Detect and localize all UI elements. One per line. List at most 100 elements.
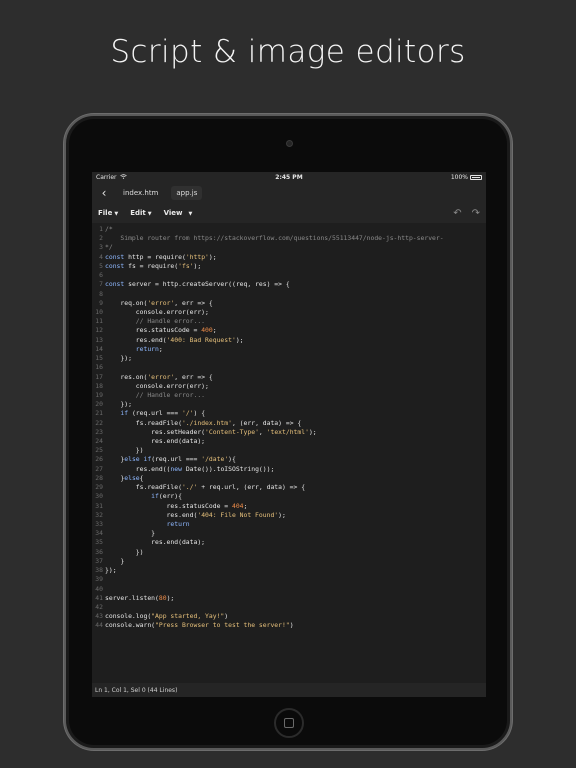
- code-line[interactable]: 27 res.end((new Date()).toISOString());: [92, 465, 486, 474]
- line-number: 7: [99, 280, 103, 289]
- code-line[interactable]: 34 }: [92, 529, 486, 538]
- code-line[interactable]: 12 res.statusCode = 400;: [92, 326, 486, 335]
- code-line[interactable]: 20 });: [92, 400, 486, 409]
- code-line[interactable]: 16: [92, 363, 486, 372]
- code-line[interactable]: 5 const fs = require('fs');: [92, 262, 486, 271]
- line-number: 1: [99, 225, 103, 233]
- line-number: 21: [95, 409, 103, 418]
- code-line[interactable]: 36 }): [92, 548, 486, 557]
- undo-icon[interactable]: ↶: [453, 208, 461, 219]
- code-line[interactable]: 11 // Handle error...: [92, 317, 486, 326]
- code-line[interactable]: 4 const http = require('http');: [92, 253, 486, 262]
- code-line[interactable]: 24 res.end(data);: [92, 437, 486, 446]
- code-line[interactable]: 38});: [92, 566, 486, 575]
- line-number: 37: [95, 556, 103, 565]
- code-text: res.end('400: Bad Request');: [105, 335, 244, 344]
- code-line[interactable]: 6: [92, 271, 486, 280]
- line-number: 5: [99, 261, 103, 270]
- code-text: }else if(req.url === '/date'){: [105, 455, 236, 464]
- code-line[interactable]: 18 console.error(err);: [92, 382, 486, 391]
- code-line[interactable]: 7 const server = http.createServer((req, …: [92, 280, 486, 289]
- line-number: 12: [95, 326, 103, 335]
- code-line[interactable]: 10 console.error(err);: [92, 308, 486, 317]
- code-text: return;: [135, 344, 163, 353]
- line-number: 39: [95, 575, 103, 584]
- line-number: 43: [95, 612, 103, 621]
- code-line[interactable]: 39: [92, 575, 486, 584]
- code-line[interactable]: 15 });: [92, 354, 486, 363]
- code-line[interactable]: 17 res.on('error', err => {: [92, 373, 486, 382]
- code-line[interactable]: 29 fs.readFile('./' + req.url, (err, dat…: [92, 483, 486, 492]
- code-text: req.on('error', err => {: [105, 298, 213, 307]
- line-number: 13: [95, 335, 103, 344]
- code-text: */: [105, 243, 113, 252]
- code-text: console.warn("Press Browser to test the …: [105, 621, 294, 630]
- tab-app-js[interactable]: app.js: [171, 185, 203, 200]
- code-line[interactable]: 22 fs.readFile('./index.htm', (err, data…: [92, 419, 486, 428]
- line-number: 42: [95, 602, 103, 611]
- code-line[interactable]: 25 }): [92, 446, 486, 455]
- code-line[interactable]: 32 res.end('404: File Not Found');: [92, 511, 486, 520]
- code-line[interactable]: 19 // Handle error...: [92, 391, 486, 400]
- line-number: 30: [95, 492, 103, 501]
- line-number: 8: [99, 289, 103, 298]
- line-number: 9: [99, 298, 103, 307]
- code-line[interactable]: 9 req.on('error', err => {: [92, 299, 486, 308]
- chevron-left-icon[interactable]: ‹: [98, 186, 110, 200]
- code-text: }): [105, 446, 144, 455]
- code-line[interactable]: 14 return;: [92, 345, 486, 354]
- redo-icon[interactable]: ↷: [472, 208, 480, 219]
- code-line[interactable]: 2 Simple router from https://stackoverfl…: [92, 234, 486, 243]
- code-line[interactable]: 3 */: [92, 243, 486, 252]
- line-number: 25: [95, 446, 103, 455]
- file-menu[interactable]: File ▼: [98, 209, 118, 217]
- code-line[interactable]: 44 console.warn("Press Browser to test th…: [92, 621, 486, 630]
- home-button[interactable]: [274, 708, 304, 738]
- code-text: const server = http.createServer((req, r…: [105, 280, 290, 289]
- code-line[interactable]: 43 console.log("App started, Yay!"): [92, 612, 486, 621]
- code-line[interactable]: 26 }else if(req.url === '/date'){: [92, 455, 486, 464]
- line-number: 18: [95, 381, 103, 390]
- view-menu[interactable]: View ▼: [164, 209, 193, 217]
- file-tab-bar: ‹ index.htm app.js: [92, 182, 486, 203]
- code-line[interactable]: 41 server.listen(80);: [92, 594, 486, 603]
- code-text: res.end((new Date()).toISOString());: [105, 464, 275, 473]
- clock: 2:45 PM: [275, 173, 303, 181]
- code-text: const fs = require('fs');: [105, 261, 202, 270]
- line-number: 19: [95, 390, 103, 399]
- line-number: 20: [95, 400, 103, 409]
- app-screen: Carrier 2:45 PM 100% ‹ index.htm app.js …: [92, 172, 486, 697]
- code-line[interactable]: 42: [92, 603, 486, 612]
- code-line[interactable]: 31 res.statusCode = 404;: [92, 502, 486, 511]
- code-line[interactable]: 23 res.setHeader('Content-Type', 'text/h…: [92, 428, 486, 437]
- code-line[interactable]: 1/*: [92, 225, 486, 234]
- code-text: });: [105, 400, 132, 409]
- code-line[interactable]: 28 }else{: [92, 474, 486, 483]
- code-text: console.log("App started, Yay!"): [105, 612, 229, 621]
- code-line[interactable]: 30 if(err){: [92, 492, 486, 501]
- tab-index-htm[interactable]: index.htm: [118, 186, 163, 200]
- line-number: 33: [95, 520, 103, 528]
- code-text: console.error(err);: [105, 307, 209, 316]
- code-text: res.on('error', err => {: [105, 372, 213, 381]
- code-line[interactable]: 8: [92, 290, 486, 299]
- line-number: 41: [95, 593, 103, 602]
- code-text: Simple router from https://stackoverflow…: [105, 234, 444, 243]
- line-number: 14: [95, 344, 103, 353]
- code-text: fs.readFile('./' + req.url, (err, data) …: [105, 483, 306, 492]
- code-line[interactable]: 33 return: [92, 520, 486, 529]
- code-line[interactable]: 21 if (req.url === '/') {: [92, 409, 486, 418]
- code-line[interactable]: 35 res.end(data);: [92, 538, 486, 547]
- code-text: }): [105, 547, 144, 556]
- code-line[interactable]: 37 }: [92, 557, 486, 566]
- code-text: });: [105, 354, 132, 363]
- line-number: 27: [95, 464, 103, 473]
- code-editor[interactable]: 1/* 2 Simple router from https://stackove…: [92, 223, 486, 683]
- line-number: 23: [95, 427, 103, 436]
- line-number: 32: [95, 510, 103, 519]
- edit-menu[interactable]: Edit ▼: [130, 209, 151, 217]
- code-text: res.end(data);: [105, 437, 206, 446]
- code-line[interactable]: 40: [92, 585, 486, 594]
- code-line[interactable]: 13 res.end('400: Bad Request');: [92, 336, 486, 345]
